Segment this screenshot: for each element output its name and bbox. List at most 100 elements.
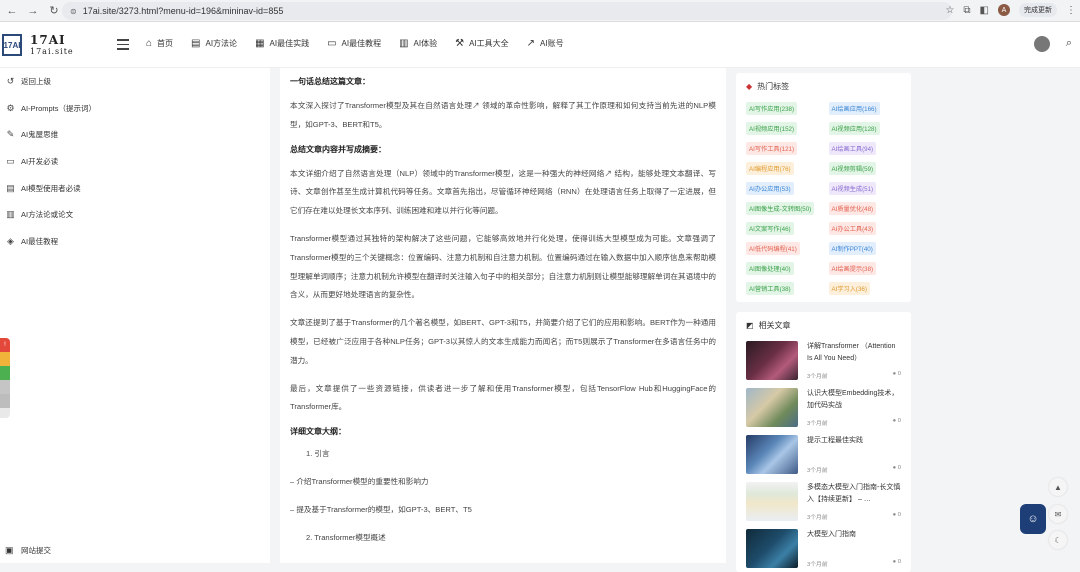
site-logo[interactable]: 17AI 17AI 17ai.site xyxy=(2,34,74,56)
nav-item-3[interactable]: ▭ AI最佳教程 xyxy=(327,38,381,49)
outline-item: – 介绍Transformer模型的重要性和影响力 xyxy=(290,477,429,487)
share-icon[interactable] xyxy=(0,366,10,380)
sidebar-item-0[interactable]: ↺ 返回上级 xyxy=(0,68,270,95)
tag-link[interactable]: AI视频生成(51) xyxy=(828,182,877,195)
bookmark-star-icon[interactable]: ☆ xyxy=(945,5,954,16)
submit-site-label: 网站提交 xyxy=(21,546,51,555)
home-icon: ⌂ xyxy=(146,38,153,49)
share-icon[interactable] xyxy=(0,380,10,394)
url-text: 17ai.site/3273.html?menu-id=196&mininav-… xyxy=(82,6,284,16)
tag-link[interactable]: AI写作应用(238) xyxy=(746,102,798,115)
related-article[interactable]: 提示工程最佳实践 3个月前 ● 0 xyxy=(746,435,901,474)
share-icon[interactable] xyxy=(0,394,10,408)
search-icon[interactable]: ⌕ xyxy=(1066,37,1072,50)
sidebar-item-1[interactable]: ⚙ AI-Prompts（提示词） xyxy=(0,95,270,122)
nav-item-4[interactable]: ▥ AI体验 xyxy=(399,38,437,49)
extensions-icon[interactable]: ⧉ xyxy=(963,5,970,16)
sidebar-item-3[interactable]: ▭ AI开发必读 xyxy=(0,148,270,175)
tool-icon: ⚒ xyxy=(455,38,465,49)
related-article-title[interactable]: 多模态大模型入门指南-长文慎入【持续更新】 – … xyxy=(807,482,901,505)
related-article[interactable]: 大模型入门指南 3个月前 ● 0 xyxy=(746,529,901,568)
profile-avatar[interactable]: A xyxy=(998,4,1010,16)
chat-icon[interactable]: ✉ xyxy=(1049,505,1067,523)
nav-item-0[interactable]: ⌂ 首页 xyxy=(146,38,173,49)
submit-site-link[interactable]: ▣ 网站提交 xyxy=(5,545,51,556)
tag-link[interactable]: AI办公应用(53) xyxy=(746,182,794,195)
side-panel-icon[interactable]: ◧ xyxy=(980,5,989,16)
nav-label: 首页 xyxy=(157,39,174,48)
hot-tags-title: 热门标签 xyxy=(757,82,790,91)
tag-link[interactable]: AI绘画提示(38) xyxy=(828,262,877,275)
tag-link[interactable]: AI制作PPT(40) xyxy=(828,242,876,255)
share-icon[interactable]: ! xyxy=(0,338,10,352)
comment-count: ● 0 xyxy=(893,512,901,521)
tag-link[interactable]: AI文案写作(46) xyxy=(746,222,794,235)
sidebar-item-6[interactable]: ◈ AI最佳教程 xyxy=(0,228,270,255)
dark-mode-icon[interactable]: ☾ xyxy=(1049,531,1067,549)
tag-link[interactable]: AI视频应用(152) xyxy=(746,122,798,135)
tag-link[interactable]: AI写作工具(121) xyxy=(746,142,798,155)
related-article-title[interactable]: 详解Transformer （Attention Is All You Need… xyxy=(807,341,901,364)
address-bar[interactable]: ⊜ 17ai.site/3273.html?menu-id=196&minina… xyxy=(62,2,952,20)
nav-item-6[interactable]: ↗ AI账号 xyxy=(527,38,564,49)
back-to-top-button[interactable]: ▲ xyxy=(1049,478,1067,496)
browser-actions: ☆ ⧉ ◧ A 完成更新 ⋮ xyxy=(945,3,1076,17)
tag-link[interactable]: AI质量优化(48) xyxy=(828,202,877,215)
nav-label: AI工具大全 xyxy=(469,39,509,48)
article-thumbnail[interactable] xyxy=(746,341,798,380)
article-thumbnail[interactable] xyxy=(746,388,798,427)
article-thumbnail[interactable] xyxy=(746,482,798,521)
sidebar-item-2[interactable]: ✎ AI鬼屋思维 xyxy=(0,121,270,148)
comment-number: 0 xyxy=(897,465,901,471)
share-icon[interactable] xyxy=(0,352,10,366)
comment-count: ● 0 xyxy=(893,559,901,568)
related-article[interactable]: 多模态大模型入门指南-长文慎入【持续更新】 – … 3个月前 ● 0 xyxy=(746,482,901,521)
article-thumbnail[interactable] xyxy=(746,529,798,568)
related-article-title[interactable]: 提示工程最佳实践 xyxy=(807,435,901,447)
sidebar-item-icon: ▥ xyxy=(6,209,15,220)
tag-link[interactable]: AI营销工具(38) xyxy=(746,282,794,295)
tag-link[interactable]: AI视频剪辑(59) xyxy=(828,162,877,175)
menu-dots-icon[interactable]: ⋮ xyxy=(1066,5,1076,16)
comment-number: 0 xyxy=(897,371,901,377)
tag-link[interactable]: AI视频应用(128) xyxy=(828,122,880,135)
sidebar-item-4[interactable]: ▤ AI模型使用者必读 xyxy=(0,175,270,202)
book-open-icon: ▥ xyxy=(399,38,409,49)
site-info-icon[interactable]: ⊜ xyxy=(70,7,77,16)
nav-label: AI账号 xyxy=(540,39,564,48)
tag-link[interactable]: AI绘画应用(166) xyxy=(828,102,880,115)
floating-share-bar[interactable]: ! xyxy=(0,338,10,418)
reload-icon[interactable]: ↻ xyxy=(45,2,63,20)
tag-link[interactable]: AI图像处理(40) xyxy=(746,262,794,275)
article-paragraph: 文章还提到了基于Transformer的几个著名模型，如BERT、GPT-3和T… xyxy=(290,318,716,365)
related-article-title[interactable]: 大模型入门指南 xyxy=(807,529,901,541)
comment-count: ● 0 xyxy=(893,465,901,474)
tag-link[interactable]: AI编程应用(76) xyxy=(746,162,794,175)
assistant-robot-icon[interactable]: ☺ xyxy=(1020,504,1046,534)
sidebar-item-label: AI模型使用者必读 xyxy=(21,183,81,193)
related-article-title[interactable]: 认识大模型Embedding技术，加代码实战 xyxy=(807,388,901,411)
nav-item-5[interactable]: ⚒ AI工具大全 xyxy=(455,38,509,49)
hamburger-menu-icon[interactable] xyxy=(117,39,129,50)
update-button[interactable]: 完成更新 xyxy=(1019,3,1057,17)
related-article[interactable]: 认识大模型Embedding技术，加代码实战 3个月前 ● 0 xyxy=(746,388,901,427)
tag-link[interactable]: AI图像生成-文转图(50) xyxy=(746,202,815,215)
related-article[interactable]: 详解Transformer （Attention Is All You Need… xyxy=(746,341,901,380)
tag-link[interactable]: AI学习入(36) xyxy=(828,282,870,295)
sidebar-item-label: AI最佳教程 xyxy=(21,236,59,246)
logo-subtitle: 17ai.site xyxy=(30,47,74,56)
tag-link[interactable]: AI绘画工具(94) xyxy=(828,142,877,155)
sidebar-item-5[interactable]: ▥ AI方法论或论文 xyxy=(0,201,270,228)
back-icon[interactable]: ← xyxy=(3,2,21,20)
article-thumbnail[interactable] xyxy=(746,435,798,474)
nav-item-1[interactable]: ▤ AI方法论 xyxy=(191,38,237,49)
nav-label: AI最佳教程 xyxy=(341,39,382,48)
user-avatar[interactable] xyxy=(1034,36,1050,52)
nav-item-2[interactable]: ▦ AI最佳实践 xyxy=(255,38,309,49)
logo-title: 17AI xyxy=(30,33,66,47)
tag-link[interactable]: AI办公工具(43) xyxy=(828,222,877,235)
nav-label: AI体验 xyxy=(413,39,438,48)
forward-icon[interactable]: → xyxy=(24,2,42,20)
tag-link[interactable]: AI低代码编程(41) xyxy=(746,242,800,255)
sidebar-item-label: AI鬼屋思维 xyxy=(21,130,59,140)
